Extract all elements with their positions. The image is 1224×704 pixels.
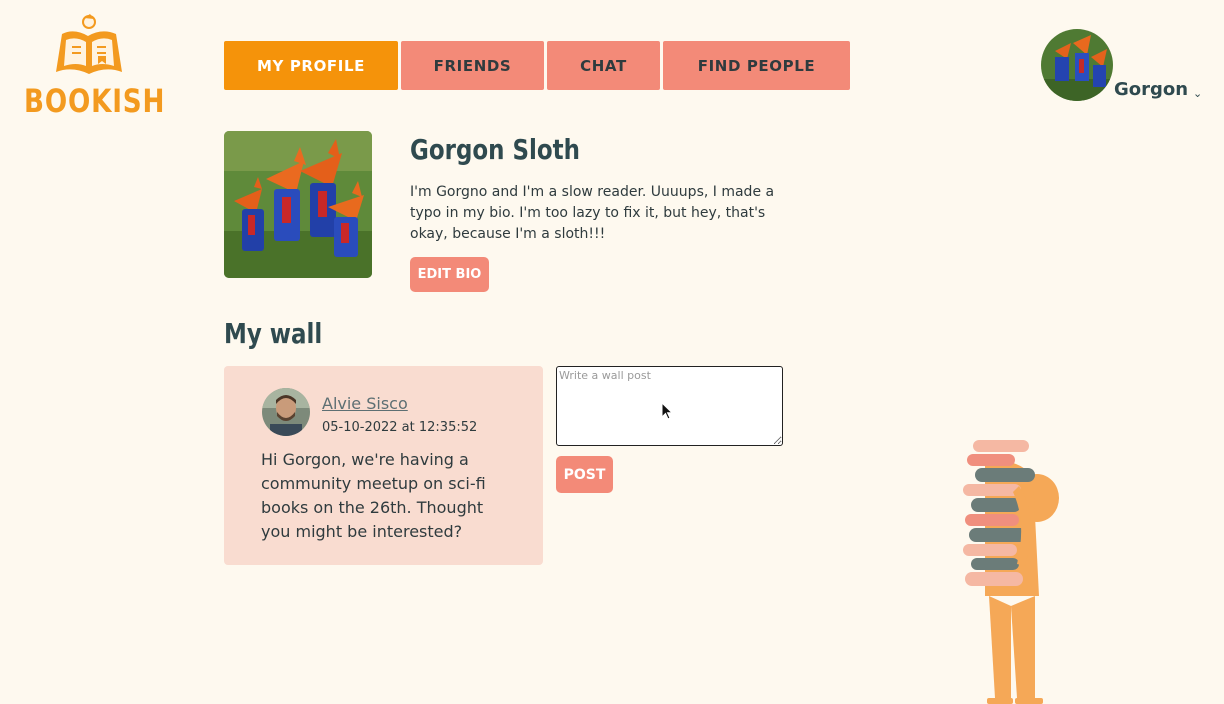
- post-timestamp: 05-10-2022 at 12:35:52: [322, 420, 478, 435]
- profile-bio: I'm Gorgno and I'm a slow reader. Uuuups…: [410, 184, 775, 242]
- fox-figurines-photo: [224, 131, 372, 278]
- person-photo: [262, 388, 310, 436]
- nav-my-profile[interactable]: MY PROFILE: [224, 41, 398, 90]
- nav-friends[interactable]: FRIENDS: [401, 41, 544, 90]
- profile-name: Gorgon Sloth: [410, 133, 580, 166]
- wall-heading: My wall: [224, 317, 323, 350]
- app-page: BOOKISH MY PROFILE FRIENDS CHAT FIND PEO…: [0, 0, 1224, 704]
- nav-chat[interactable]: CHAT: [547, 41, 660, 90]
- book-stack-person-illustration: [963, 440, 1059, 704]
- fox-figurines-photo: [1041, 29, 1113, 101]
- user-name[interactable]: Gorgon: [1114, 79, 1188, 100]
- post-body: Hi Gorgon, we're having a community meet…: [261, 450, 486, 541]
- post-author-avatar[interactable]: [262, 388, 310, 436]
- post-button[interactable]: POST: [556, 456, 613, 493]
- bookish-logo[interactable]: BOOKISH: [24, 14, 166, 120]
- edit-bio-button[interactable]: EDIT BIO: [410, 257, 489, 292]
- mouse-cursor-icon: [661, 402, 674, 420]
- chevron-down-icon[interactable]: ⌄: [1193, 87, 1202, 100]
- user-avatar[interactable]: [1041, 29, 1113, 101]
- book-reader-logo-icon: [56, 14, 122, 74]
- post-author-link[interactable]: Alvie Sisco: [322, 394, 408, 413]
- wall-post: Alvie Sisco 05-10-2022 at 12:35:52 Hi Go…: [224, 366, 543, 565]
- logo-wordmark: BOOKISH: [24, 82, 166, 120]
- nav-find-people[interactable]: FIND PEOPLE: [663, 41, 850, 90]
- main-nav: MY PROFILE FRIENDS CHAT FIND PEOPLE: [224, 41, 850, 90]
- profile-picture[interactable]: [224, 131, 372, 278]
